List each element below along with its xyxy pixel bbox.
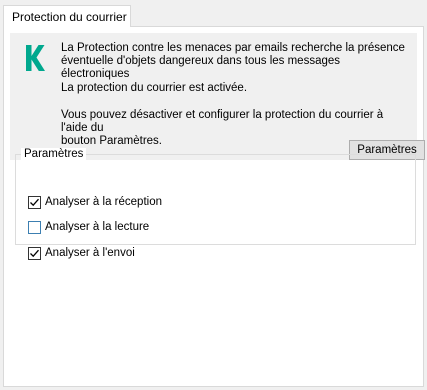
description-line-2: éventuelle d'objets dangereux dans tous …	[61, 55, 341, 80]
checkbox-checked-icon[interactable]	[28, 246, 41, 260]
option-label: Analyser à l'envoi	[45, 246, 135, 259]
option-label: Analyser à la lecture	[45, 220, 150, 233]
settings-group-title: Paramètres	[21, 148, 87, 161]
option-scan-on-receive[interactable]: Analyser à la réception	[28, 195, 162, 209]
info-box: La Protection contre les menaces par ema…	[10, 33, 425, 160]
option-label: Analyser à la réception	[45, 195, 162, 208]
tab-mail-protection[interactable]: Protection du courrier	[3, 5, 131, 27]
status-text: La protection du courrier est activée.	[61, 82, 248, 94]
hint-line-1: Vous pouvez désactiver et configurer la …	[61, 109, 384, 134]
option-scan-on-read[interactable]: Analyser à la lecture	[28, 220, 149, 234]
checkbox-checked-icon[interactable]	[28, 195, 41, 209]
tab-label: Protection du courrier	[12, 10, 127, 24]
option-scan-on-send[interactable]: Analyser à l'envoi	[28, 246, 135, 260]
description-text: La Protection contre les menaces par ema…	[61, 42, 411, 81]
kaspersky-logo-icon	[23, 45, 47, 71]
description-line-1: La Protection contre les menaces par ema…	[61, 42, 405, 54]
checkbox-unchecked-icon[interactable]	[28, 220, 41, 234]
